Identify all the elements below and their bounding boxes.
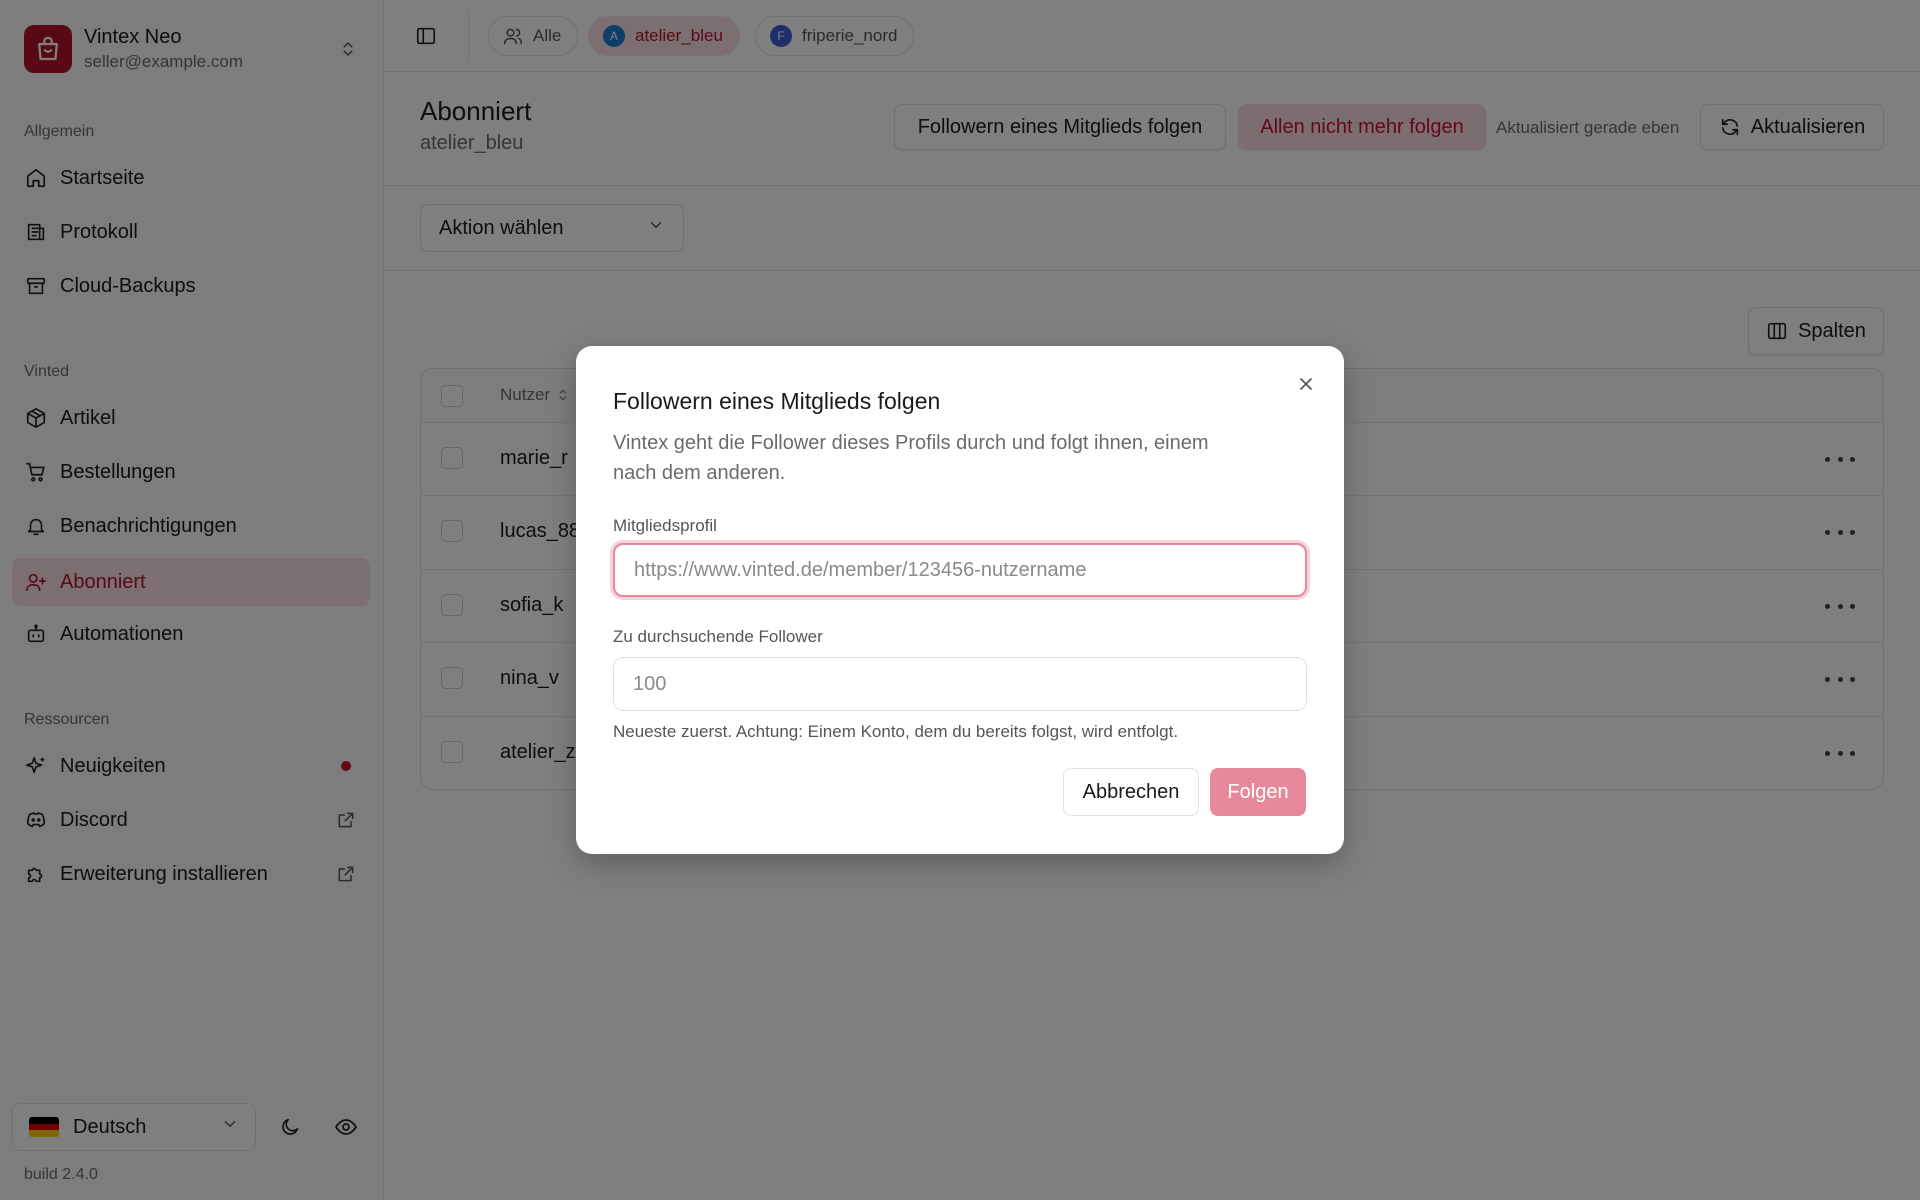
count-field-label: Zu durchsuchende Follower: [613, 627, 823, 646]
follower-count-input[interactable]: [613, 657, 1307, 711]
follow-submit-button[interactable]: Folgen: [1210, 768, 1306, 816]
profile-url-input[interactable]: [613, 543, 1307, 597]
dialog-description: Vintex geht die Follower dieses Profils …: [613, 432, 1209, 484]
follow-followers-dialog: Followern eines Mitglieds folgen Vintex …: [576, 346, 1344, 854]
profile-field-label: Mitgliedsprofil: [613, 516, 717, 535]
cancel-button[interactable]: Abbrechen: [1063, 768, 1199, 816]
dialog-hint: Neueste zuerst. Achtung: Einem Konto, de…: [613, 722, 1179, 741]
dialog-title: Followern eines Mitglieds folgen: [613, 388, 941, 414]
close-icon[interactable]: [1292, 370, 1320, 398]
